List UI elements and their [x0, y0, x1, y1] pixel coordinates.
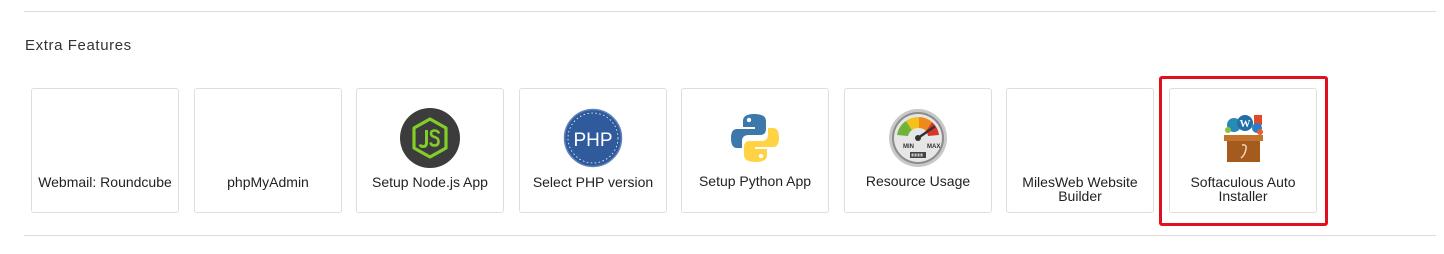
tile-select-php-version[interactable]: PHP Select PHP version: [519, 88, 667, 213]
website-builder-icon: [1050, 108, 1110, 168]
tile-softaculous-auto-installer[interactable]: W Softaculous Auto Installer: [1169, 88, 1317, 213]
tile-milesweb-website-builder[interactable]: MilesWeb Website Builder: [1006, 88, 1154, 213]
softaculous-icon: W: [1213, 108, 1273, 168]
gauge-icon: MIN MAX: [888, 108, 948, 168]
section-title: Extra Features: [25, 37, 132, 54]
svg-text:W: W: [1240, 118, 1251, 130]
bottom-divider: [24, 235, 1436, 236]
tile-label: Webmail: Roundcube: [38, 174, 172, 190]
php-icon-text: PHP: [573, 130, 612, 151]
tile-label: Select PHP version: [532, 174, 654, 190]
gauge-max-text: MAX: [927, 144, 940, 150]
tile-webmail-roundcube[interactable]: Webmail: Roundcube: [31, 88, 179, 213]
tile-label: MilesWeb Website Builder: [1022, 174, 1138, 204]
tile-label: Resource Usage: [865, 173, 971, 189]
tile-phpmyadmin[interactable]: phpMyAdmin: [194, 88, 342, 213]
python-icon: [725, 108, 785, 168]
top-divider: [24, 11, 1436, 12]
gauge-min-text: MIN: [903, 144, 914, 150]
tile-label: Setup Python App: [698, 173, 812, 189]
nodejs-icon: [400, 108, 460, 168]
tile-label: Softaculous Auto Installer: [1190, 174, 1296, 204]
tile-resource-usage[interactable]: MIN MAX Resource Usage: [844, 88, 992, 213]
tile-label: Setup Node.js App: [372, 174, 488, 190]
tile-setup-python-app[interactable]: Setup Python App: [681, 88, 829, 213]
roundcube-icon: [75, 108, 135, 168]
phpmyadmin-icon: [238, 108, 298, 168]
tile-label: phpMyAdmin: [227, 174, 309, 190]
tile-setup-nodejs[interactable]: Setup Node.js App: [356, 88, 504, 213]
php-icon: PHP: [563, 108, 623, 168]
